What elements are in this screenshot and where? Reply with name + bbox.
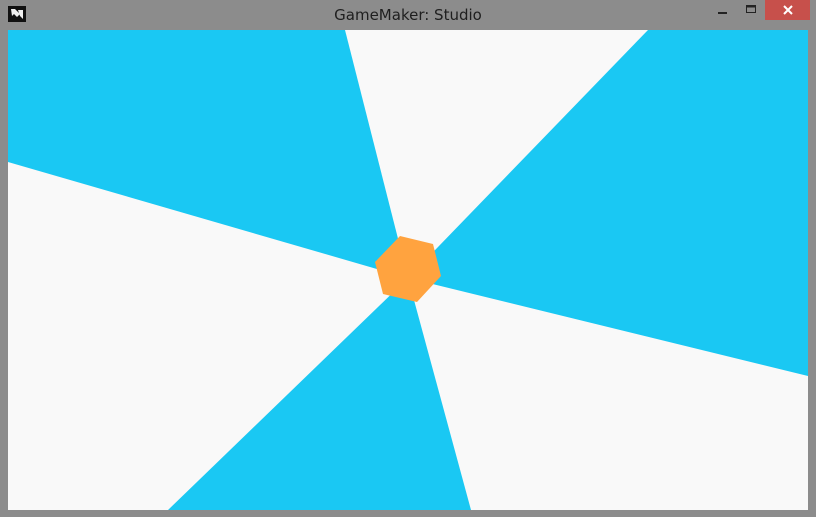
- game-viewport[interactable]: [8, 30, 808, 510]
- maximize-icon: [746, 5, 756, 13]
- game-canvas: [8, 30, 808, 510]
- minimize-button[interactable]: [709, 0, 737, 20]
- window-title: GameMaker: Studio: [334, 6, 482, 24]
- title-bar[interactable]: GameMaker: Studio: [0, 0, 816, 30]
- maximize-button[interactable]: [737, 0, 765, 20]
- close-icon: [782, 5, 793, 15]
- minimize-icon: [718, 12, 727, 14]
- game-window: GameMaker: Studio: [0, 0, 816, 517]
- close-button[interactable]: [765, 0, 810, 20]
